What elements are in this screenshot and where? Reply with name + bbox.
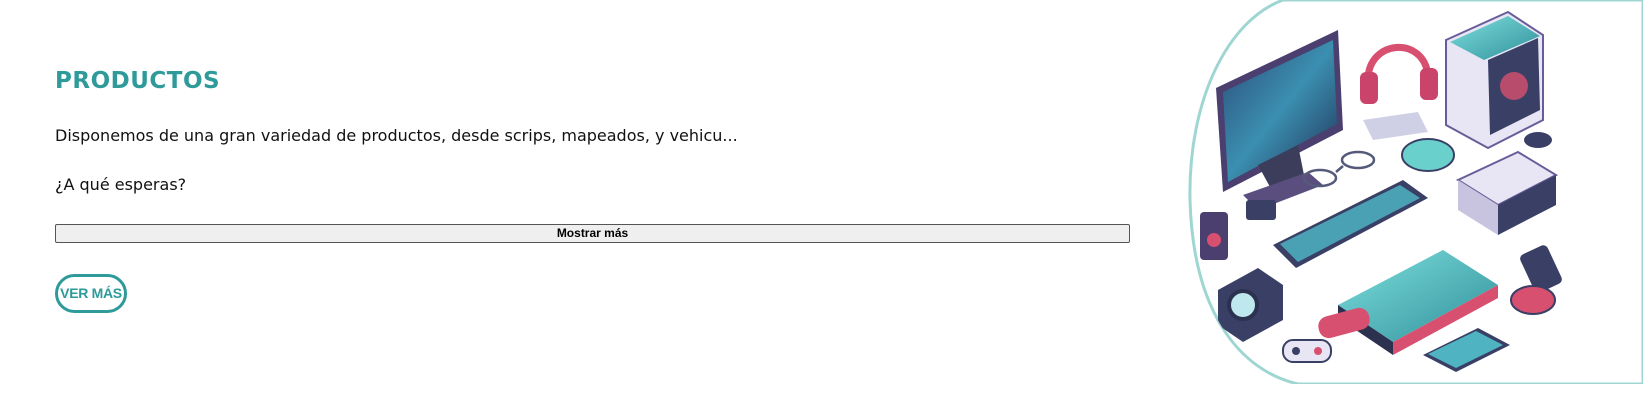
remote-icon [1246,200,1276,220]
mouse-icon [1401,138,1455,172]
small-mouse-icon [1524,132,1552,148]
products-section: PRODUCTOS Disponemos de una gran varieda… [0,0,1643,414]
pc-tower-icon [1445,10,1544,150]
section-question: ¿A qué esperas? [55,175,187,194]
section-title: PRODUCTOS [55,68,221,94]
show-more-button[interactable]: Mostrar más [55,224,1130,243]
section-description: Disponemos de una gran variedad de produ… [55,126,738,145]
gamepad-icon [1282,339,1332,363]
see-more-button[interactable]: VER MÁS [55,274,127,313]
speaker-icon [1200,212,1228,260]
products-hero-image [1188,0,1643,384]
